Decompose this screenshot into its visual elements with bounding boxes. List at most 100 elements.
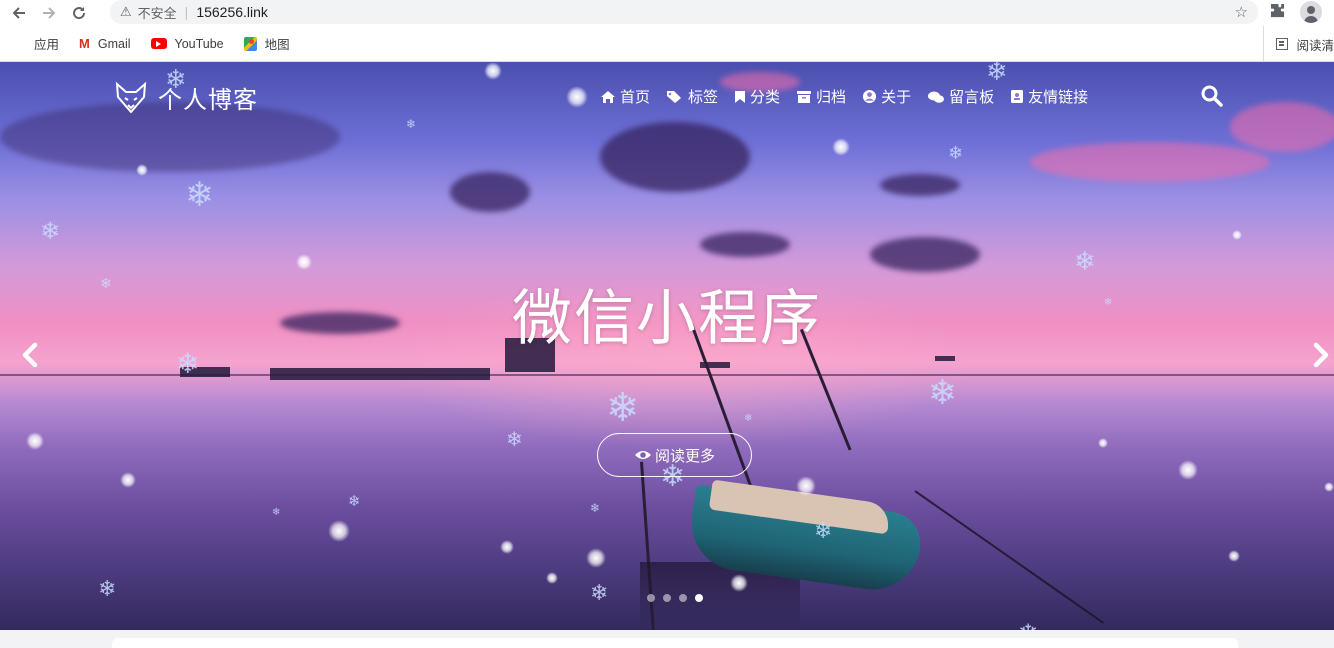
apps-grid-icon — [14, 38, 26, 50]
arrow-left-icon — [12, 7, 25, 19]
bookmark-label: Gmail — [97, 36, 131, 51]
snow-orb — [1098, 438, 1108, 448]
cloud — [600, 122, 750, 192]
snowflake-icon: ❄ — [98, 576, 117, 601]
nav-label: 关于 — [881, 89, 912, 106]
reading-list-button[interactable]: 阅读清 — [1263, 26, 1334, 62]
youtube-icon — [150, 38, 167, 49]
nav-label: 标签 — [688, 89, 719, 106]
bookmark-apps[interactable]: 应用 — [14, 34, 59, 53]
snow-orb — [136, 164, 148, 176]
bookmark-maps[interactable]: 地图 — [243, 34, 290, 53]
carousel-indicators — [647, 594, 711, 602]
snowflake-icon: ❄ — [814, 518, 833, 543]
snow-orb — [832, 138, 850, 156]
nav-item-about[interactable]: 关于 — [862, 86, 911, 107]
cloud — [700, 232, 790, 257]
snowflake-icon: ❄ — [506, 429, 523, 451]
address-bar[interactable]: ⚠ 不安全 | 156256.link ☆ — [110, 0, 1258, 24]
security-label: 不安全 — [137, 5, 177, 21]
snow-orb — [1228, 550, 1240, 562]
snowflake-icon: ❄ — [744, 413, 753, 424]
snow-orb — [566, 86, 588, 108]
warning-icon: ⚠ — [120, 4, 132, 19]
snowflake-icon: ❄ — [348, 493, 361, 510]
eye-icon — [634, 451, 651, 459]
bookmark-youtube[interactable]: YouTube — [150, 37, 224, 51]
star-icon[interactable]: ☆ — [1235, 3, 1248, 21]
archive-icon — [797, 90, 812, 103]
carousel-dot[interactable] — [663, 594, 671, 602]
home-icon — [601, 90, 615, 103]
snow-orb — [796, 476, 816, 496]
cloud — [1230, 102, 1334, 152]
cloud — [450, 172, 530, 212]
cloud — [1030, 142, 1270, 182]
cloud — [880, 174, 960, 196]
snowflake-icon: ❄ — [928, 374, 957, 412]
snowflake-icon: ❄ — [590, 580, 609, 605]
chevron-right-icon — [1313, 342, 1329, 368]
snow-orb — [500, 540, 514, 554]
bookmark-icon — [735, 90, 746, 103]
snowflake-icon: ❄ — [948, 143, 964, 163]
nav-item-guestbook[interactable]: 留言板 — [927, 86, 994, 107]
reading-list-label: 阅读清 — [1296, 38, 1334, 53]
snow-orb — [730, 574, 748, 592]
snow-orb — [586, 548, 606, 568]
cloud — [870, 237, 980, 272]
site-brand[interactable]: 个人博客 — [114, 80, 258, 115]
snowflake-icon: ❄ — [1018, 622, 1038, 631]
carousel-dot-active[interactable] — [695, 594, 703, 602]
snow-orb — [328, 520, 350, 542]
maps-icon — [243, 36, 257, 51]
nav-label: 留言板 — [949, 89, 995, 106]
snowflake-icon: ❄ — [590, 501, 601, 515]
snow-orb — [296, 254, 312, 270]
nav-item-archive[interactable]: 归档 — [796, 86, 846, 107]
site-name: 个人博客 — [158, 87, 258, 114]
nav-item-categories[interactable]: 分类 — [734, 86, 780, 107]
bookmark-label: 地图 — [264, 38, 290, 52]
snow-orb — [1178, 460, 1198, 480]
carousel-dot[interactable] — [647, 594, 655, 602]
reading-list-icon — [1276, 38, 1289, 50]
read-more-label: 阅读更多 — [654, 447, 715, 465]
bookmarks-bar: 应用 M Gmail YouTube 地图 阅读清 — [0, 26, 1334, 62]
carousel-next-button[interactable] — [1305, 340, 1334, 370]
snow-orb — [484, 62, 502, 80]
nav-label: 分类 — [750, 89, 781, 106]
carousel-prev-button[interactable] — [16, 340, 46, 370]
snow-orb — [546, 572, 558, 584]
separator: | — [184, 4, 189, 20]
snow-orb — [1324, 482, 1334, 492]
chevron-left-icon — [22, 342, 38, 368]
carousel-dot[interactable] — [679, 594, 687, 602]
search-button[interactable] — [1200, 84, 1224, 108]
main-nav: 首页 标签 分类 归档 关于 留言板 友情链接 — [600, 86, 1104, 107]
forward-button[interactable] — [38, 2, 60, 24]
hero-title: 微信小程序 — [512, 285, 822, 352]
read-more-button[interactable]: 阅读更多 — [597, 433, 752, 477]
nav-item-home[interactable]: 首页 — [600, 86, 650, 107]
nav-label: 归档 — [816, 89, 847, 106]
browser-toolbar: ⚠ 不安全 | 156256.link ☆ — [0, 0, 1334, 26]
snow-orb — [120, 472, 136, 488]
back-button[interactable] — [8, 2, 30, 24]
snow-orb — [26, 432, 44, 450]
tags-icon — [667, 90, 682, 103]
nav-item-tags[interactable]: 标签 — [666, 86, 718, 107]
user-circle-icon — [863, 89, 877, 104]
pier — [270, 368, 490, 380]
comments-icon — [928, 91, 945, 103]
puzzle-icon[interactable] — [1270, 3, 1285, 22]
nav-item-links[interactable]: 友情链接 — [1010, 86, 1088, 107]
fox-logo-icon — [115, 81, 147, 114]
nav-label: 首页 — [620, 89, 651, 106]
snowflake-icon: ❄ — [986, 62, 1008, 86]
bookmark-label: 应用 — [34, 38, 60, 52]
reload-button[interactable] — [68, 2, 90, 24]
snowflake-icon: ❄ — [272, 507, 281, 518]
bookmark-gmail[interactable]: M Gmail — [79, 36, 131, 51]
avatar-icon[interactable] — [1300, 1, 1322, 23]
